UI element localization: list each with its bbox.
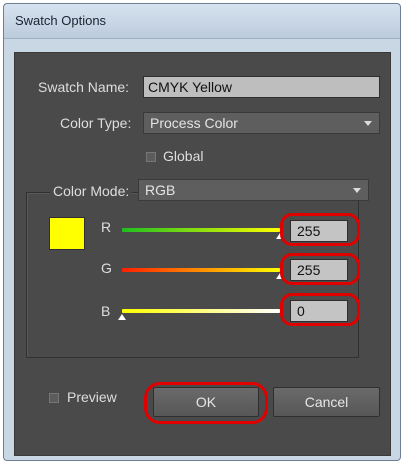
global-label: Global — [163, 148, 204, 164]
red-value-input[interactable]: 255 — [290, 220, 348, 242]
green-slider-track[interactable] — [122, 268, 280, 272]
blue-channel-label: B — [101, 303, 111, 319]
green-channel-label: G — [101, 260, 112, 276]
red-slider-track[interactable] — [122, 228, 280, 232]
swatch-name-input[interactable]: CMYK Yellow — [143, 76, 380, 98]
title-bar[interactable]: Swatch Options — [4, 4, 400, 39]
green-value-input[interactable]: 255 — [290, 259, 348, 281]
color-type-value: Process Color — [150, 115, 238, 131]
global-checkbox[interactable] — [146, 152, 156, 162]
dialog-title: Swatch Options — [15, 13, 107, 28]
red-channel-label: R — [101, 219, 112, 235]
cancel-button[interactable]: Cancel — [273, 387, 380, 417]
blue-slider-thumb-icon[interactable] — [118, 314, 126, 320]
preview-checkbox[interactable] — [49, 393, 59, 403]
blue-slider-track[interactable] — [122, 309, 280, 313]
chevron-down-icon — [364, 121, 372, 126]
color-type-label: Color Type: — [60, 115, 132, 131]
chevron-down-icon — [353, 188, 361, 193]
color-swatch-preview — [49, 217, 85, 250]
red-slider-thumb-icon[interactable] — [276, 233, 284, 239]
blue-value-input[interactable]: 0 — [290, 300, 348, 322]
color-type-dropdown[interactable]: Process Color — [143, 112, 380, 134]
swatch-name-label: Swatch Name: — [38, 79, 130, 95]
preview-label: Preview — [67, 389, 117, 405]
color-mode-dropdown[interactable]: RGB — [138, 179, 369, 201]
ok-button[interactable]: OK — [153, 387, 259, 417]
green-slider-thumb-icon[interactable] — [276, 273, 284, 279]
color-mode-label: Color Mode: — [50, 183, 133, 199]
color-mode-value: RGB — [145, 182, 176, 198]
